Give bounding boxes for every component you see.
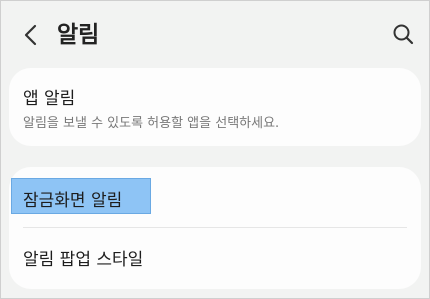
popup-style-item[interactable]: 알림 팝업 스타일: [9, 228, 421, 289]
chevron-left-icon: [24, 24, 37, 46]
app-notifications-title: 앱 알림: [23, 89, 76, 109]
search-icon: [393, 24, 414, 45]
app-notifications-item[interactable]: 앱 알림 알림을 보낼 수 있도록 허용할 앱을 선택하세요.: [9, 68, 421, 146]
lock-screen-notifications-title: 잠금화면 알림: [23, 191, 123, 211]
app-notifications-card: 앱 알림 알림을 보낼 수 있도록 허용할 앱을 선택하세요.: [9, 68, 421, 146]
lock-screen-notifications-item[interactable]: 잠금화면 알림: [9, 167, 421, 227]
popup-style-title: 알림 팝업 스타일: [23, 250, 144, 270]
page-title: 알림: [57, 22, 100, 48]
search-button[interactable]: [385, 16, 421, 52]
notification-settings-card: 잠금화면 알림 알림 팝업 스타일: [9, 167, 421, 289]
app-notifications-subtitle: 알림을 보낼 수 있도록 허용할 앱을 선택하세요.: [23, 116, 280, 131]
app-header: 알림: [1, 1, 429, 67]
back-button[interactable]: [13, 17, 49, 53]
